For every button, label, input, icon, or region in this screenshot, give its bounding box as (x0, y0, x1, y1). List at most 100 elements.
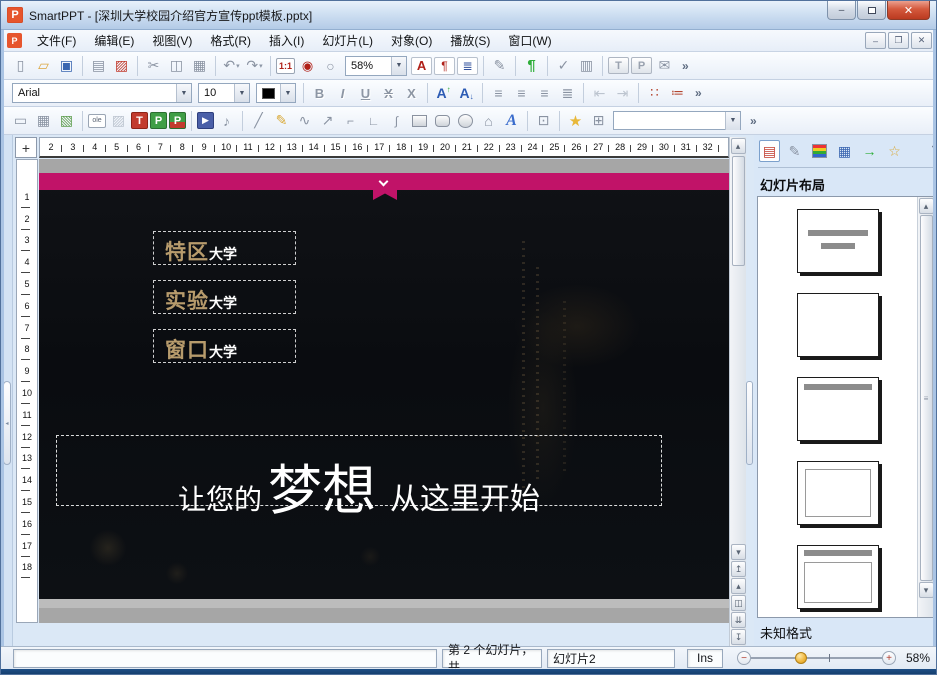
arrow-icon[interactable]: ↗ (317, 110, 338, 132)
zoom-in-button[interactable]: + (882, 651, 896, 665)
slide-textbox[interactable]: 特区 大学 (153, 231, 296, 265)
underline-icon[interactable]: U (355, 82, 376, 104)
open-folder-icon[interactable]: ▱ (33, 55, 54, 77)
format-painter-icon[interactable]: ✎ (489, 55, 510, 77)
slide-canvas[interactable]: 特区大学 实验大学 窗口大学 让您的 梦想 从这里开始 ◂ ||| ▸ (39, 159, 729, 623)
layout-list[interactable]: ▴ ≡ ▾ (757, 196, 935, 618)
font-color-picker[interactable]: ▼ (256, 83, 296, 103)
outline-object-icon[interactable]: P (169, 112, 186, 129)
rounded-rectangle-icon[interactable] (432, 110, 453, 132)
layout-thumb-blank[interactable] (797, 293, 879, 357)
curve-icon[interactable]: ∿ (294, 110, 315, 132)
scroll-down-button[interactable]: ▾ (918, 582, 934, 598)
justify-icon[interactable]: ≣ (557, 82, 578, 104)
vertical-scroll-thumb[interactable] (731, 156, 745, 266)
wordart-icon[interactable]: A (501, 110, 522, 132)
bullet-list-icon[interactable]: ∷ (644, 82, 665, 104)
formatting-marks-icon[interactable]: ¶ (521, 55, 542, 77)
strikethrough-icon[interactable]: X (378, 82, 399, 104)
undo-icon[interactable]: ↶ ▾ (221, 55, 242, 77)
zoom-out-button[interactable]: − (737, 651, 751, 665)
connector-elbow-icon[interactable]: ⌐ (340, 110, 361, 132)
actual-size-icon[interactable]: 1:1 (276, 57, 296, 74)
mdi-restore-icon[interactable]: ❐ (888, 32, 909, 49)
shape-style-combobox[interactable]: ▼ (613, 111, 741, 130)
toolbar-overflow-icon[interactable]: » (695, 86, 702, 100)
layout-thumb-title-only[interactable] (797, 377, 879, 441)
panel-splitter-handle[interactable] (746, 381, 753, 465)
callout-shape-icon[interactable]: ⌂ (478, 110, 499, 132)
menu-item[interactable]: 文件(F) (28, 31, 85, 51)
align-center-icon[interactable]: ≡ (534, 82, 555, 104)
transition-tab-icon[interactable]: → (859, 140, 880, 162)
mdi-close-icon[interactable]: ✕ (911, 32, 932, 49)
text-frame-icon[interactable]: ▭ (10, 110, 31, 132)
dropdown-arrow-icon[interactable]: ▾ (259, 62, 263, 70)
custom-shape-icon[interactable]: ⊞ (588, 110, 609, 132)
star-shape-icon[interactable]: ★ (565, 110, 586, 132)
vertical-scrollbar[interactable]: ▴ ▾ ↥ ▴ ◫ ⇊ ↧ (729, 137, 746, 646)
numbered-list-icon[interactable]: ≔ (667, 82, 688, 104)
text-object-icon[interactable]: T (608, 57, 630, 74)
color-scheme-tab-icon[interactable] (809, 142, 830, 160)
presentation-object-icon[interactable]: P (631, 57, 653, 74)
close-button[interactable]: ✕ (887, 1, 930, 20)
zoom-selection-icon[interactable]: ◉ (297, 55, 318, 77)
list-style-icon[interactable]: ≣ (457, 56, 479, 75)
bold-icon[interactable]: B (309, 82, 330, 104)
connector-line-icon[interactable]: ∟ (363, 110, 384, 132)
layout-thumb-title-and-content[interactable] (797, 545, 879, 609)
slide-headline-textbox[interactable]: 让您的 梦想 从这里开始 (56, 435, 662, 521)
menu-item[interactable]: 对象(O) (382, 31, 441, 51)
mail-icon[interactable]: ✉ (654, 55, 675, 77)
ole-object-icon[interactable]: ole (88, 113, 106, 128)
copy-icon[interactable]: ◫ (166, 55, 187, 77)
menu-item[interactable]: 插入(I) (260, 31, 313, 51)
zoom-slider-thumb[interactable] (795, 652, 807, 664)
menu-item[interactable]: 编辑(E) (85, 31, 143, 51)
image-icon[interactable]: ▧ (56, 110, 77, 132)
placeholder-object-icon[interactable]: P (150, 112, 167, 129)
slide[interactable]: 特区 大学 实验 大学 窗口 大学 让您的 梦想 从这里开始 (39, 173, 729, 599)
effects-tab-icon[interactable]: ☆ (884, 140, 905, 162)
line-icon[interactable]: ╱ (248, 110, 269, 132)
menu-item[interactable]: 幻灯片(L) (313, 31, 382, 51)
menu-item[interactable]: 播放(S) (441, 31, 499, 51)
shadow-text-icon[interactable]: X (401, 82, 422, 104)
scroll-up-button[interactable]: ▴ (730, 138, 746, 154)
rectangle-icon[interactable] (409, 110, 430, 132)
dropdown-arrow-icon[interactable]: ▾ (236, 62, 240, 70)
spell-check-icon[interactable]: ✓ (553, 55, 574, 77)
scroll-down-icon[interactable]: ▾ (731, 544, 746, 560)
save-icon[interactable]: ▣ (56, 55, 77, 77)
redo-icon[interactable]: ↷ ▾ (244, 55, 265, 77)
menu-item[interactable]: 视图(V) (143, 31, 201, 51)
edit-points-icon[interactable]: ⊡ (533, 110, 554, 132)
scroll-up-button[interactable]: ▴ (918, 198, 934, 214)
minimize-button[interactable]: – (827, 1, 856, 20)
menu-item[interactable]: 窗口(W) (499, 31, 560, 51)
ellipse-icon[interactable] (455, 110, 476, 132)
last-slide-icon[interactable]: ↧ (731, 629, 746, 645)
mdi-minimize-icon[interactable]: – (865, 32, 886, 49)
chevron-down-icon[interactable]: ▼ (176, 84, 191, 102)
first-slide-icon[interactable]: ↥ (731, 561, 746, 577)
slide-pages-icon[interactable]: ◫ (731, 595, 746, 611)
connector-curve-icon[interactable]: ∫ (386, 110, 407, 132)
align-left-icon[interactable]: ≡ (488, 82, 509, 104)
menu-item[interactable]: 格式(R) (201, 31, 260, 51)
shrink-font-icon[interactable]: A (456, 82, 477, 104)
export-pdf-icon[interactable]: ▨ (111, 55, 132, 77)
video-icon[interactable]: ▶ (197, 112, 214, 129)
chevron-down-icon[interactable]: ▼ (725, 111, 740, 130)
next-slide-icon[interactable]: ⇊ (731, 612, 746, 628)
text-art-object-icon[interactable]: T (131, 112, 148, 129)
grow-font-icon[interactable]: A (433, 82, 454, 104)
layout-list-scrollbar[interactable]: ▴ ≡ ▾ (917, 197, 934, 617)
paste-icon[interactable]: ▦ (189, 55, 210, 77)
layout-tab-icon[interactable]: ▤ (759, 140, 780, 162)
chevron-down-icon[interactable]: ▼ (280, 84, 295, 102)
align-right-icon[interactable]: ≡ (511, 82, 532, 104)
font-color-icon[interactable]: A (411, 56, 433, 75)
toolbar-overflow-icon[interactable]: » (750, 114, 757, 128)
